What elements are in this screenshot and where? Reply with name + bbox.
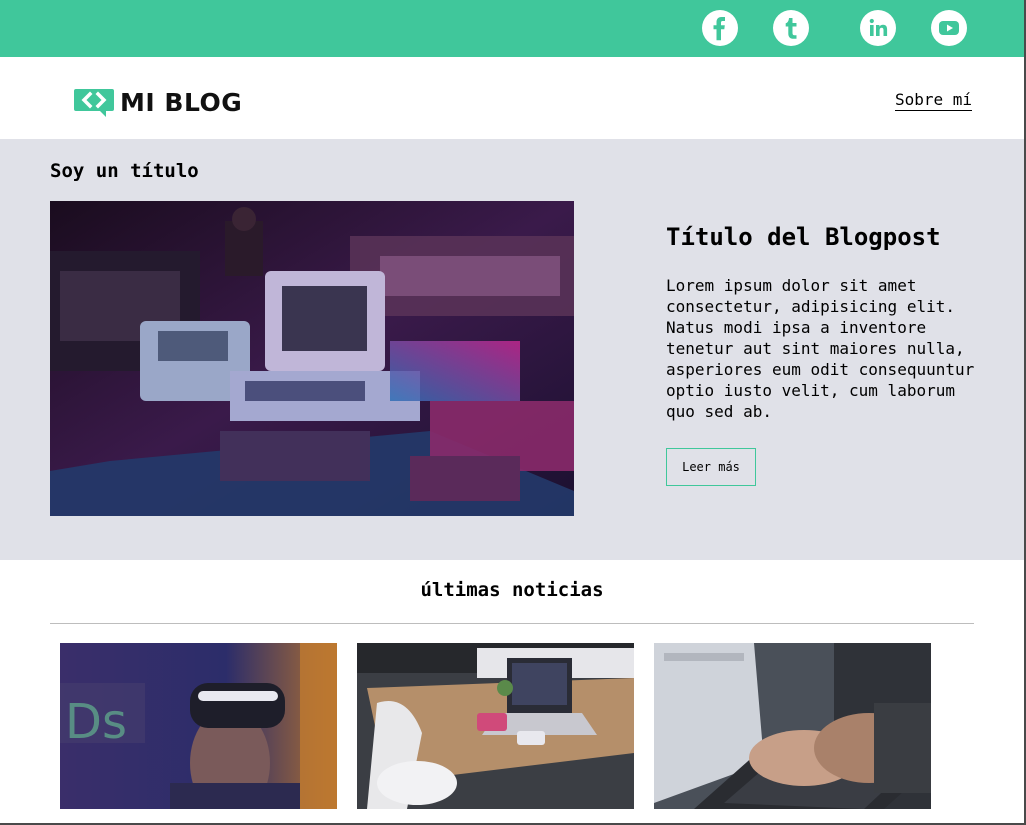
- hero-image: [50, 201, 574, 516]
- read-more-button[interactable]: Leer más: [666, 448, 756, 486]
- facebook-icon[interactable]: [702, 10, 738, 46]
- news-card-vr[interactable]: Ds: [60, 643, 337, 809]
- news-heading: últimas noticias: [420, 579, 604, 601]
- divider: [50, 623, 974, 624]
- logo-icon: [74, 89, 114, 117]
- logo-text: MI BLOG: [120, 87, 243, 117]
- logo[interactable]: MI BLOG: [74, 87, 242, 117]
- svg-text:Ds: Ds: [65, 694, 127, 750]
- nav-about-link[interactable]: Sobre mí: [894, 90, 972, 111]
- hero-section: Soy un título Título del Blogpost Lorem …: [0, 139, 1024, 560]
- tumblr-icon[interactable]: [773, 10, 809, 46]
- youtube-icon[interactable]: [931, 10, 967, 46]
- post-title: Título del Blogpost: [666, 223, 941, 251]
- news-card-desk[interactable]: [357, 643, 634, 809]
- news-card-laptop[interactable]: [654, 643, 931, 809]
- social-bar: [0, 0, 1024, 57]
- site-header: MI BLOG Sobre mí: [0, 57, 1024, 139]
- linkedin-icon[interactable]: [860, 10, 896, 46]
- post-excerpt: Lorem ipsum dolor sit amet consectetur, …: [666, 276, 975, 421]
- section-title: Soy un título: [50, 160, 199, 182]
